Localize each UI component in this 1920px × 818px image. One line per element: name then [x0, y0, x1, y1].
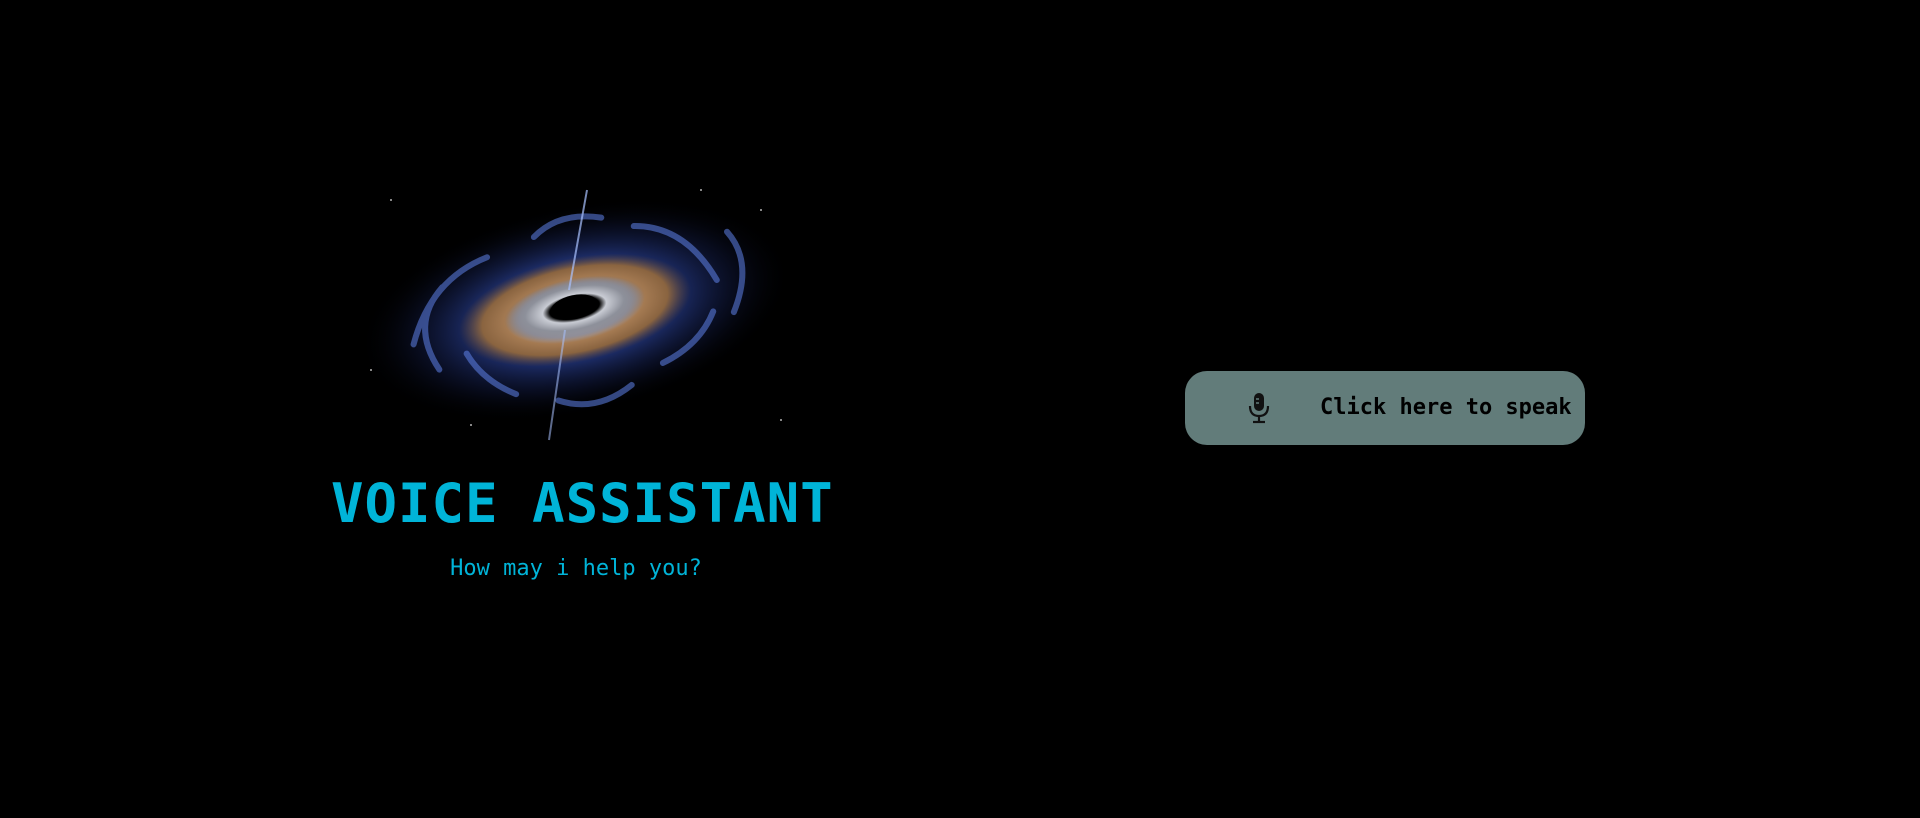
black-hole-image — [358, 189, 792, 441]
page-subtitle: How may i help you? — [450, 556, 702, 581]
page-title: VOICE ASSISTANT — [331, 472, 834, 535]
speak-button-label: Click here to speak — [1320, 395, 1572, 420]
hero-section: VOICE ASSISTANT How may i help you? — [331, 170, 834, 590]
speak-button[interactable]: Click here to speak — [1185, 371, 1585, 445]
microphone-icon — [1248, 393, 1270, 424]
